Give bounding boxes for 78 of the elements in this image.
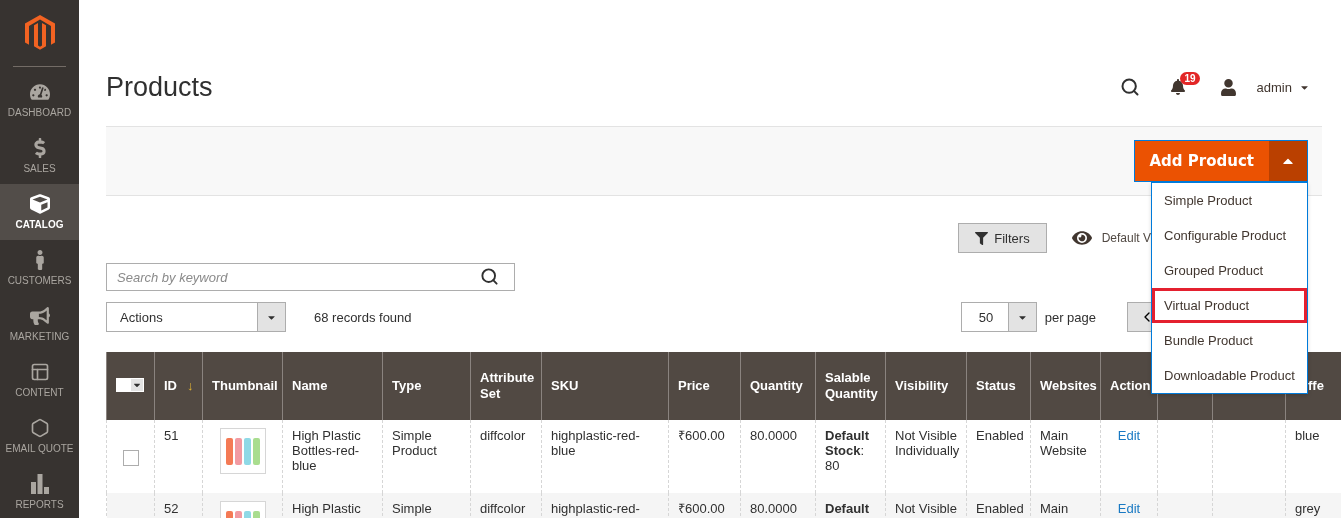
per-page-label: per page <box>1044 309 1096 325</box>
actions-dropdown[interactable]: Actions <box>106 302 286 332</box>
logo-icon <box>24 15 55 51</box>
bar-chart-icon <box>30 474 49 494</box>
table-cell: blue <box>1295 428 1320 443</box>
add-product-button[interactable]: Add Product <box>1134 141 1269 181</box>
bell-icon[interactable] <box>1170 79 1187 95</box>
menu-item[interactable]: Configurable Product <box>1152 218 1307 253</box>
sidebar-item[interactable]: EMAIL QUOTE <box>0 408 79 464</box>
table-cell: diffcolor <box>480 501 526 516</box>
table-cell: Default <box>825 501 870 516</box>
sort-arrow: ↓ <box>187 378 194 394</box>
filters-button[interactable]: Filters <box>958 223 1047 253</box>
search-icon[interactable] <box>1120 77 1141 97</box>
table-cell: Default Stock: 80 <box>825 428 870 473</box>
column-header[interactable]: Action <box>1110 378 1151 395</box>
table-cell: highplastic-red- <box>551 501 640 516</box>
add-product-toggle[interactable] <box>1269 141 1307 181</box>
menu-item[interactable]: Bundle Product <box>1152 323 1307 358</box>
table-cell: 51 <box>164 428 179 443</box>
column-header[interactable]: Quantity <box>750 378 803 395</box>
table-cell: 80.0000 <box>750 501 797 516</box>
search-field[interactable]: Search by keyword <box>106 263 515 291</box>
table-cell: High Plastic <box>292 501 361 516</box>
table-cell: Enabled <box>976 428 1024 443</box>
user-icon <box>1219 78 1237 96</box>
table-cell: High Plastic Bottles-red-blue <box>292 428 361 473</box>
row-checkbox[interactable] <box>122 450 139 466</box>
sidebar-item[interactable]: CUSTOMERS <box>0 240 79 296</box>
user-menu[interactable]: admin <box>1256 79 1310 95</box>
sidebar-item[interactable]: REPORTS <box>0 464 79 518</box>
column-header[interactable]: Price <box>678 378 710 395</box>
menu-item[interactable]: Simple Product <box>1152 183 1307 218</box>
table-cell: diffcolor <box>480 428 526 443</box>
column-header[interactable]: SKU <box>551 378 579 395</box>
menu-item[interactable]: Downloadable Product <box>1152 358 1307 393</box>
megaphone-icon <box>29 306 50 326</box>
table-cell: 52 <box>164 501 179 516</box>
table-cell: ₹600.00 <box>678 501 725 516</box>
sidebar-item[interactable]: CATALOG <box>0 184 79 240</box>
notification-badge: 19 <box>1180 72 1200 85</box>
table-cell: highplastic-red-blue <box>551 428 640 458</box>
table-cell: Simple Product <box>392 428 437 458</box>
filter-icon <box>975 231 989 245</box>
select-all-checkbox[interactable] <box>116 378 144 392</box>
table-cell: Main <box>1040 501 1069 516</box>
dashboard-icon <box>29 82 50 102</box>
cube-icon <box>29 194 50 214</box>
photo-placeholder <box>219 428 266 474</box>
sidebar-item[interactable]: MARKETING <box>0 296 79 352</box>
page-size-dropdown[interactable]: 50 <box>960 302 1037 332</box>
column-header[interactable]: ID <box>164 378 177 395</box>
column-header[interactable]: Type <box>392 378 422 395</box>
hexagon-icon <box>29 418 50 438</box>
column-header[interactable]: Visibility <box>895 378 949 395</box>
records-count: 68 records found <box>314 309 412 325</box>
table-cell: ₹600.00 <box>678 428 725 443</box>
table-cell: Simple <box>392 501 432 516</box>
layout-icon <box>29 362 50 382</box>
table-cell: Not Visible <box>895 501 957 516</box>
search-icon[interactable] <box>480 267 499 286</box>
sidebar-item[interactable]: SALES <box>0 128 79 184</box>
edit-link[interactable]: Edit <box>1117 428 1141 443</box>
page-title: Products <box>106 71 214 103</box>
column-header[interactable]: ffe <box>1308 378 1324 395</box>
table-cell: Not Visible Individually <box>895 428 960 458</box>
table-cell: Main Website <box>1040 428 1087 458</box>
sidebar-item[interactable]: CONTENT <box>0 352 79 408</box>
column-header[interactable]: Name <box>292 378 328 395</box>
column-header[interactable]: Status <box>976 378 1016 395</box>
menu-item[interactable]: Virtual Product <box>1152 288 1307 323</box>
view-switcher[interactable]: Default V <box>1071 228 1151 248</box>
eye-icon <box>1071 228 1092 248</box>
menu-item[interactable]: Grouped Product <box>1152 253 1307 288</box>
table-cell: 80.0000 <box>750 428 797 443</box>
table-cell: grey <box>1295 501 1321 516</box>
sidebar-item[interactable]: DASHBOARD <box>0 72 79 128</box>
table-cell: Enabled <box>976 501 1024 516</box>
